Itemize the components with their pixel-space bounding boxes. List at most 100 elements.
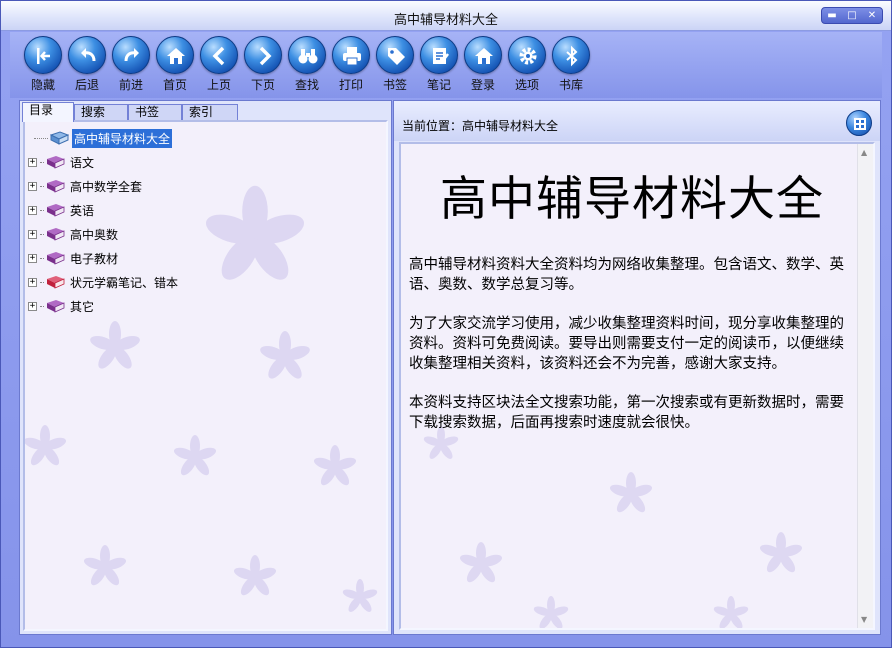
toolbar-label: 上页 bbox=[206, 78, 231, 92]
location-bar: 当前位置：高中辅导材料大全 bbox=[394, 101, 880, 141]
toolbar-button-options[interactable]: 选项 bbox=[505, 36, 549, 96]
book-icon bbox=[47, 252, 65, 265]
toolbar-button-prev-page[interactable]: 上页 bbox=[197, 36, 241, 96]
toolbar-label: 打印 bbox=[338, 78, 363, 92]
toolbar-button-note[interactable]: 笔记 bbox=[417, 36, 461, 96]
toolbar-button-back[interactable]: 后退 bbox=[65, 36, 109, 96]
hide-panel-icon bbox=[37, 48, 50, 64]
close-icon[interactable]: ✕ bbox=[864, 10, 880, 21]
document-paragraph: 为了大家交流学习使用，减少收集整理资料时间，现分享收集整理的资料。资料可免费阅读… bbox=[409, 316, 844, 372]
tree-item-label: 高中奥数 bbox=[70, 227, 119, 242]
scroll-up-icon[interactable]: ▲ bbox=[861, 148, 867, 157]
expand-icon[interactable]: + bbox=[28, 253, 37, 263]
toolbar-button-bookmark[interactable]: 书签 bbox=[373, 36, 417, 96]
open-book-icon bbox=[50, 131, 69, 145]
toolbar: 隐藏 后退 前进 首页 上页 下页 查找 打印 书签 笔记 登录 选项 书库 bbox=[10, 32, 882, 98]
toolbar-button-print[interactable]: 打印 bbox=[329, 36, 373, 96]
tree-connector bbox=[34, 137, 48, 139]
tab-index[interactable]: 索引 bbox=[182, 104, 238, 121]
vertical-scrollbar[interactable]: ▲ ▼ bbox=[857, 144, 873, 628]
note-icon bbox=[433, 48, 449, 64]
toolbar-label: 下页 bbox=[250, 78, 275, 92]
tree-item[interactable]: + 其它 bbox=[28, 297, 96, 315]
tree-item[interactable]: + 高中数学全套 bbox=[28, 177, 144, 195]
grid-icon bbox=[854, 118, 866, 130]
tree-item[interactable]: + 电子教材 bbox=[28, 249, 120, 267]
maximize-icon[interactable]: □ bbox=[844, 10, 860, 21]
tree-connector bbox=[40, 233, 44, 235]
bluetooth-icon bbox=[566, 45, 578, 67]
tree-connector bbox=[40, 161, 44, 163]
toolbar-label: 选项 bbox=[514, 78, 539, 92]
toolbar-label: 登录 bbox=[470, 78, 495, 92]
toolbar-label: 查找 bbox=[294, 78, 319, 92]
expand-icon[interactable]: + bbox=[28, 205, 37, 215]
navigation-panel: 目录 搜索 书签 索引 高中辅导材料大全 + 语文 + 高中数学全套 + 英语 … bbox=[19, 100, 392, 635]
expand-icon[interactable]: + bbox=[28, 277, 37, 287]
tab-bookmarks[interactable]: 书签 bbox=[128, 104, 182, 121]
tree-item-label: 电子教材 bbox=[70, 251, 119, 266]
flower-background bbox=[25, 185, 378, 612]
tree-connector bbox=[40, 185, 44, 187]
home-login-icon bbox=[475, 48, 493, 64]
toolbar-button-hide[interactable]: 隐藏 bbox=[21, 36, 65, 96]
tree-connector bbox=[40, 281, 44, 283]
printer-icon bbox=[343, 47, 361, 66]
expand-icon[interactable]: + bbox=[28, 157, 37, 167]
content-panel: 当前位置：高中辅导材料大全 高中辅导材料大全 高中辅导材料资料大全资料均为网络收… bbox=[393, 100, 881, 635]
toolbar-label: 书库 bbox=[558, 78, 583, 92]
toolbar-label: 隐藏 bbox=[30, 78, 55, 92]
book-icon bbox=[47, 300, 65, 313]
toolbar-label: 后退 bbox=[74, 78, 99, 92]
tree-item-label: 语文 bbox=[70, 155, 95, 170]
toolbar-label: 前进 bbox=[118, 78, 143, 92]
forward-arrow-icon bbox=[124, 48, 139, 62]
tab-search[interactable]: 搜索 bbox=[74, 104, 128, 121]
toolbar-button-find[interactable]: 查找 bbox=[285, 36, 329, 96]
toolbar-button-next-page[interactable]: 下页 bbox=[241, 36, 285, 96]
back-arrow-icon bbox=[81, 48, 96, 62]
tree-item-label: 状元学霸笔记、错本 bbox=[70, 275, 179, 290]
tree-item[interactable]: + 英语 bbox=[28, 201, 96, 219]
tree-connector bbox=[40, 209, 44, 211]
title-bar[interactable]: 高中辅导材料大全 ▬ □ ✕ bbox=[1, 1, 891, 31]
document-view[interactable]: 高中辅导材料大全 高中辅导材料资料大全资料均为网络收集整理。包含语文、数学、英语… bbox=[399, 142, 875, 630]
contents-tree[interactable]: 高中辅导材料大全 + 语文 + 高中数学全套 + 英语 + 高中奥数 + 电子教… bbox=[23, 120, 388, 631]
book-icon bbox=[47, 204, 65, 217]
view-toggle-button[interactable] bbox=[846, 110, 872, 136]
minimize-icon[interactable]: ▬ bbox=[824, 10, 840, 21]
expand-icon[interactable]: + bbox=[28, 229, 37, 239]
tree-connector bbox=[40, 257, 44, 259]
book-icon bbox=[47, 156, 65, 169]
tree-item[interactable]: + 高中奥数 bbox=[28, 225, 120, 243]
binoculars-icon bbox=[298, 49, 318, 64]
expand-icon[interactable]: + bbox=[28, 301, 37, 311]
tree-connector bbox=[40, 305, 44, 307]
toolbar-button-library[interactable]: 书库 bbox=[549, 36, 593, 96]
document-title: 高中辅导材料大全 bbox=[440, 172, 824, 227]
toolbar-button-login[interactable]: 登录 bbox=[461, 36, 505, 96]
tree-item-label: 其它 bbox=[70, 299, 95, 314]
tag-icon bbox=[388, 48, 405, 65]
expand-icon[interactable]: + bbox=[28, 181, 37, 191]
toolbar-label: 笔记 bbox=[426, 78, 451, 92]
scroll-down-icon[interactable]: ▼ bbox=[861, 615, 867, 624]
toolbar-label: 书签 bbox=[382, 78, 407, 92]
toolbar-button-home[interactable]: 首页 bbox=[153, 36, 197, 96]
tab-contents[interactable]: 目录 bbox=[22, 102, 74, 122]
location-text: 当前位置：高中辅导材料大全 bbox=[402, 119, 559, 133]
tree-item[interactable]: + 语文 bbox=[28, 153, 96, 171]
tree-item[interactable]: + 状元学霸笔记、错本 bbox=[28, 273, 180, 291]
document-paragraph: 高中辅导材料资料大全资料均为网络收集整理。包含语文、数学、英语、奥数、数学总复习… bbox=[409, 257, 844, 293]
book-icon bbox=[47, 180, 65, 193]
tree-root[interactable]: 高中辅导材料大全 bbox=[28, 128, 173, 148]
home-icon bbox=[167, 48, 185, 64]
window-title: 高中辅导材料大全 bbox=[393, 13, 498, 28]
tree-root-label: 高中辅导材料大全 bbox=[72, 128, 173, 148]
document-paragraph: 本资料支持区块法全文搜索功能，第一次搜索或有更新数据时，需要下载搜索数据，后面再… bbox=[409, 395, 844, 431]
chevron-left-icon bbox=[212, 46, 225, 66]
window-controls: ▬ □ ✕ bbox=[821, 7, 883, 24]
toolbar-button-forward[interactable]: 前进 bbox=[109, 36, 153, 96]
tree-item-label: 英语 bbox=[70, 203, 95, 218]
nav-tabs: 目录 搜索 书签 索引 bbox=[22, 102, 390, 122]
